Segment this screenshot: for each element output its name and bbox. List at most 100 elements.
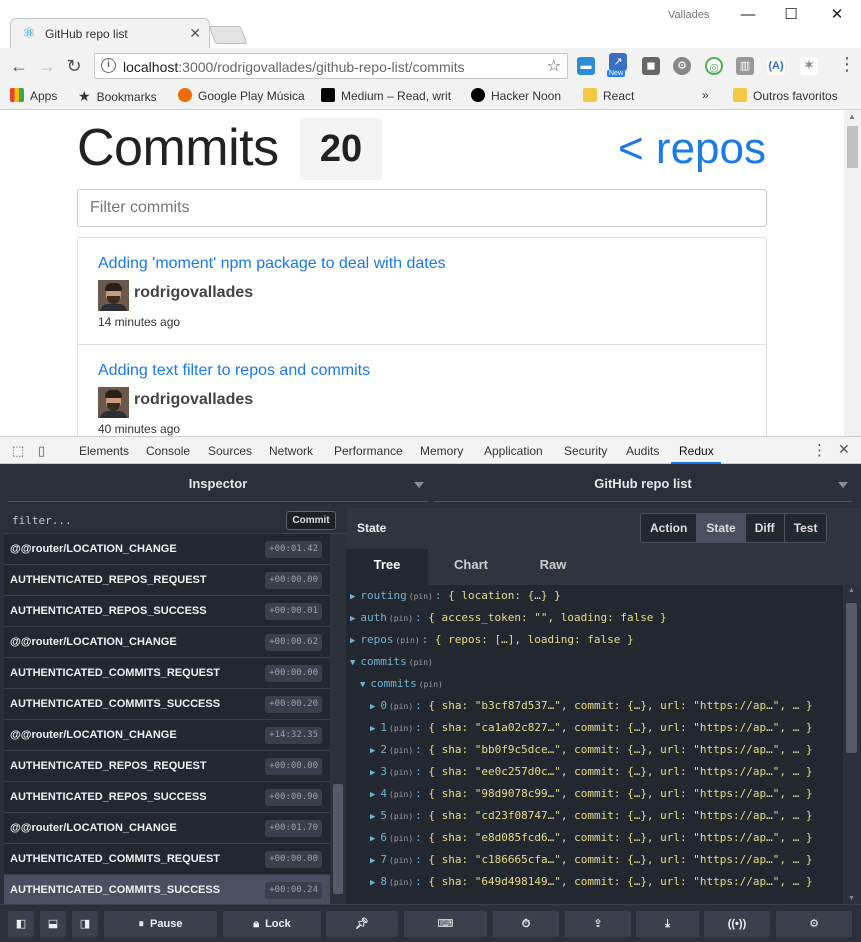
expand-right-icon[interactable]: ▶ bbox=[350, 614, 355, 624]
state-tree-node[interactable]: ▶ 4 (pin): { sha: "98d9078c99…", commit: {… bbox=[346, 783, 843, 805]
pin-link[interactable]: (pin) bbox=[389, 768, 413, 777]
expand-down-icon[interactable]: ▼ bbox=[360, 680, 365, 690]
action-list-item[interactable]: @@router/LOCATION_CHANGE +00:01.42 bbox=[4, 534, 330, 565]
other-bookmarks[interactable]: Outros favoritos bbox=[733, 88, 838, 103]
device-toolbar-icon[interactable]: ▯ bbox=[38, 443, 45, 459]
settings-gear-extension-icon[interactable]: ⚙ bbox=[673, 57, 691, 75]
tab-action[interactable]: Action bbox=[641, 514, 698, 542]
action-list-item[interactable]: AUTHENTICATED_COMMITS_REQUEST +00:00.00 bbox=[4, 844, 330, 875]
pocket-icon[interactable]: ◼ bbox=[642, 57, 660, 75]
bookmark-react[interactable]: React bbox=[583, 88, 634, 103]
state-tree-node[interactable]: ▶ repos (pin): { repos: […], loading: fals… bbox=[346, 629, 843, 651]
pin-link[interactable]: (pin) bbox=[396, 636, 420, 645]
tab-raw[interactable]: Raw bbox=[512, 549, 594, 585]
extension-icon[interactable]: ▬ bbox=[577, 57, 595, 75]
action-list-item[interactable]: AUTHENTICATED_REPOS_SUCCESS +00:00.01 bbox=[4, 596, 330, 627]
scroll-thumb[interactable] bbox=[846, 603, 857, 753]
state-tree-node[interactable]: ▶ 7 (pin): { sha: "c186665cfa…", commit: {… bbox=[346, 849, 843, 871]
expand-right-icon[interactable]: ▶ bbox=[370, 812, 375, 822]
new-tab-button[interactable] bbox=[208, 26, 248, 44]
import-button[interactable]: ⤓ bbox=[636, 911, 699, 937]
bookmark-star-icon[interactable]: ☆ bbox=[547, 56, 561, 76]
pin-button[interactable]: 📌︎ bbox=[326, 911, 398, 937]
tab-application[interactable]: Application bbox=[484, 444, 543, 458]
state-tree-node[interactable]: ▼ commits (pin) bbox=[346, 673, 843, 695]
tab-console[interactable]: Console bbox=[146, 444, 190, 458]
expand-right-icon[interactable]: ▶ bbox=[370, 878, 375, 888]
scroll-thumb[interactable] bbox=[847, 126, 858, 168]
dock-right-icon[interactable]: ◨ bbox=[72, 911, 98, 937]
action-list-item[interactable]: @@router/LOCATION_CHANGE +00:01.70 bbox=[4, 813, 330, 844]
timer-button[interactable]: ⏱ bbox=[493, 911, 559, 937]
pin-link[interactable]: (pin) bbox=[389, 834, 413, 843]
action-list-item[interactable]: @@router/LOCATION_CHANGE +14:32.35 bbox=[4, 720, 330, 751]
instance-select[interactable]: GitHub repo list bbox=[434, 470, 852, 502]
state-tree-node[interactable]: ▶ 8 (pin): { sha: "649d498149…", commit: {… bbox=[346, 871, 843, 893]
tab-test[interactable]: Test bbox=[784, 514, 827, 542]
pin-link[interactable]: (pin) bbox=[389, 702, 413, 711]
expand-right-icon[interactable]: ▶ bbox=[370, 746, 375, 756]
close-tab-icon[interactable]: ✕ bbox=[189, 25, 201, 42]
export-button[interactable]: ⇪ bbox=[565, 911, 631, 937]
expand-right-icon[interactable]: ▶ bbox=[370, 768, 375, 778]
pin-link[interactable]: (pin) bbox=[389, 878, 413, 887]
chrome-menu-icon[interactable]: ⋮ bbox=[838, 54, 856, 75]
action-list-scrollbar[interactable] bbox=[330, 534, 346, 904]
state-tree-node[interactable]: ▶ 1 (pin): { sha: "ca1a02c827…", commit: {… bbox=[346, 717, 843, 739]
pin-link[interactable]: (pin) bbox=[389, 724, 413, 733]
tab-network[interactable]: Network bbox=[269, 444, 313, 458]
tab-tree[interactable]: Tree bbox=[346, 549, 428, 585]
browser-tab[interactable]: ⚛ GitHub repo list ✕ bbox=[10, 18, 210, 48]
state-tree-node[interactable]: ▼ commits (pin) bbox=[346, 651, 843, 673]
bookmark-medium[interactable]: Medium – Read, writ bbox=[321, 88, 451, 103]
maximize-icon[interactable]: ☐ bbox=[769, 4, 813, 26]
close-window-icon[interactable]: ✕ bbox=[815, 4, 859, 26]
pin-link[interactable]: (pin) bbox=[409, 592, 433, 601]
pin-link[interactable]: (pin) bbox=[389, 856, 413, 865]
back-arrow-icon[interactable]: ← bbox=[8, 55, 30, 77]
reload-icon[interactable]: ↻ bbox=[63, 55, 85, 77]
tab-sources[interactable]: Sources bbox=[208, 444, 252, 458]
bookmark-bookmarks[interactable]: ★ Bookmarks bbox=[78, 88, 157, 105]
action-list-item[interactable]: AUTHENTICATED_REPOS_SUCCESS +00:00.90 bbox=[4, 782, 330, 813]
minimize-icon[interactable]: — bbox=[726, 4, 770, 26]
new-extension-icon[interactable]: ↗ bbox=[609, 53, 627, 71]
lock-button[interactable]: 🔒︎ Lock bbox=[223, 911, 321, 937]
tab-audits[interactable]: Audits bbox=[626, 444, 659, 458]
expand-right-icon[interactable]: ▶ bbox=[370, 724, 375, 734]
expand-right-icon[interactable]: ▶ bbox=[370, 856, 375, 866]
tab-performance[interactable]: Performance bbox=[334, 444, 403, 458]
filter-commits-input[interactable] bbox=[77, 189, 767, 227]
state-tree-node[interactable]: ▶ 3 (pin): { sha: "ee0c257d0c…", commit: {… bbox=[346, 761, 843, 783]
state-tree-node[interactable]: ▶ 6 (pin): { sha: "e8d085fcd6…", commit: {… bbox=[346, 827, 843, 849]
dock-bottom-icon[interactable]: ⬓ bbox=[40, 911, 66, 937]
keyboard-shortcuts-button[interactable]: ⌨ bbox=[404, 911, 487, 937]
close-devtools-icon[interactable]: ✕ bbox=[838, 441, 850, 458]
settings-button[interactable]: ⚙ bbox=[776, 911, 852, 937]
tab-chart[interactable]: Chart bbox=[430, 549, 512, 585]
scroll-thumb[interactable] bbox=[333, 784, 343, 894]
state-tree-node[interactable]: ▶ 2 (pin): { sha: "bb0f9c5dce…", commit: {… bbox=[346, 739, 843, 761]
tab-diff[interactable]: Diff bbox=[745, 514, 785, 542]
pin-link[interactable]: (pin) bbox=[419, 680, 443, 689]
monitor-select[interactable]: Inspector bbox=[8, 470, 428, 502]
commit-message-link[interactable]: Adding 'moment' npm package to deal with… bbox=[98, 255, 446, 273]
info-icon[interactable]: i bbox=[101, 58, 116, 73]
expand-down-icon[interactable]: ▼ bbox=[350, 658, 355, 668]
tab-redux[interactable]: Redux bbox=[679, 444, 714, 458]
dock-left-icon[interactable]: ◧ bbox=[8, 911, 34, 937]
commit-button[interactable]: Commit bbox=[286, 511, 336, 530]
devtools-menu-icon[interactable]: ⋮ bbox=[812, 441, 827, 459]
pin-link[interactable]: (pin) bbox=[389, 746, 413, 755]
bookmarks-overflow[interactable]: » bbox=[702, 88, 709, 102]
action-list-item[interactable]: AUTHENTICATED_REPOS_REQUEST +00:00.00 bbox=[4, 751, 330, 782]
expand-right-icon[interactable]: ▶ bbox=[350, 592, 355, 602]
bookmark-play-music[interactable]: Google Play Música bbox=[178, 88, 305, 103]
back-to-repos-link[interactable]: < repos bbox=[618, 124, 766, 174]
action-list-item[interactable]: AUTHENTICATED_COMMITS_SUCCESS +00:00.20 bbox=[4, 689, 330, 720]
commit-message-link[interactable]: Adding text filter to repos and commits bbox=[98, 362, 370, 380]
pin-link[interactable]: (pin) bbox=[409, 658, 433, 667]
url-text[interactable]: localhost:3000/rodrigovallades/github-re… bbox=[123, 59, 465, 75]
bookmark-hacker-noon[interactable]: Hacker Noon bbox=[471, 88, 561, 103]
pin-link[interactable]: (pin) bbox=[389, 790, 413, 799]
